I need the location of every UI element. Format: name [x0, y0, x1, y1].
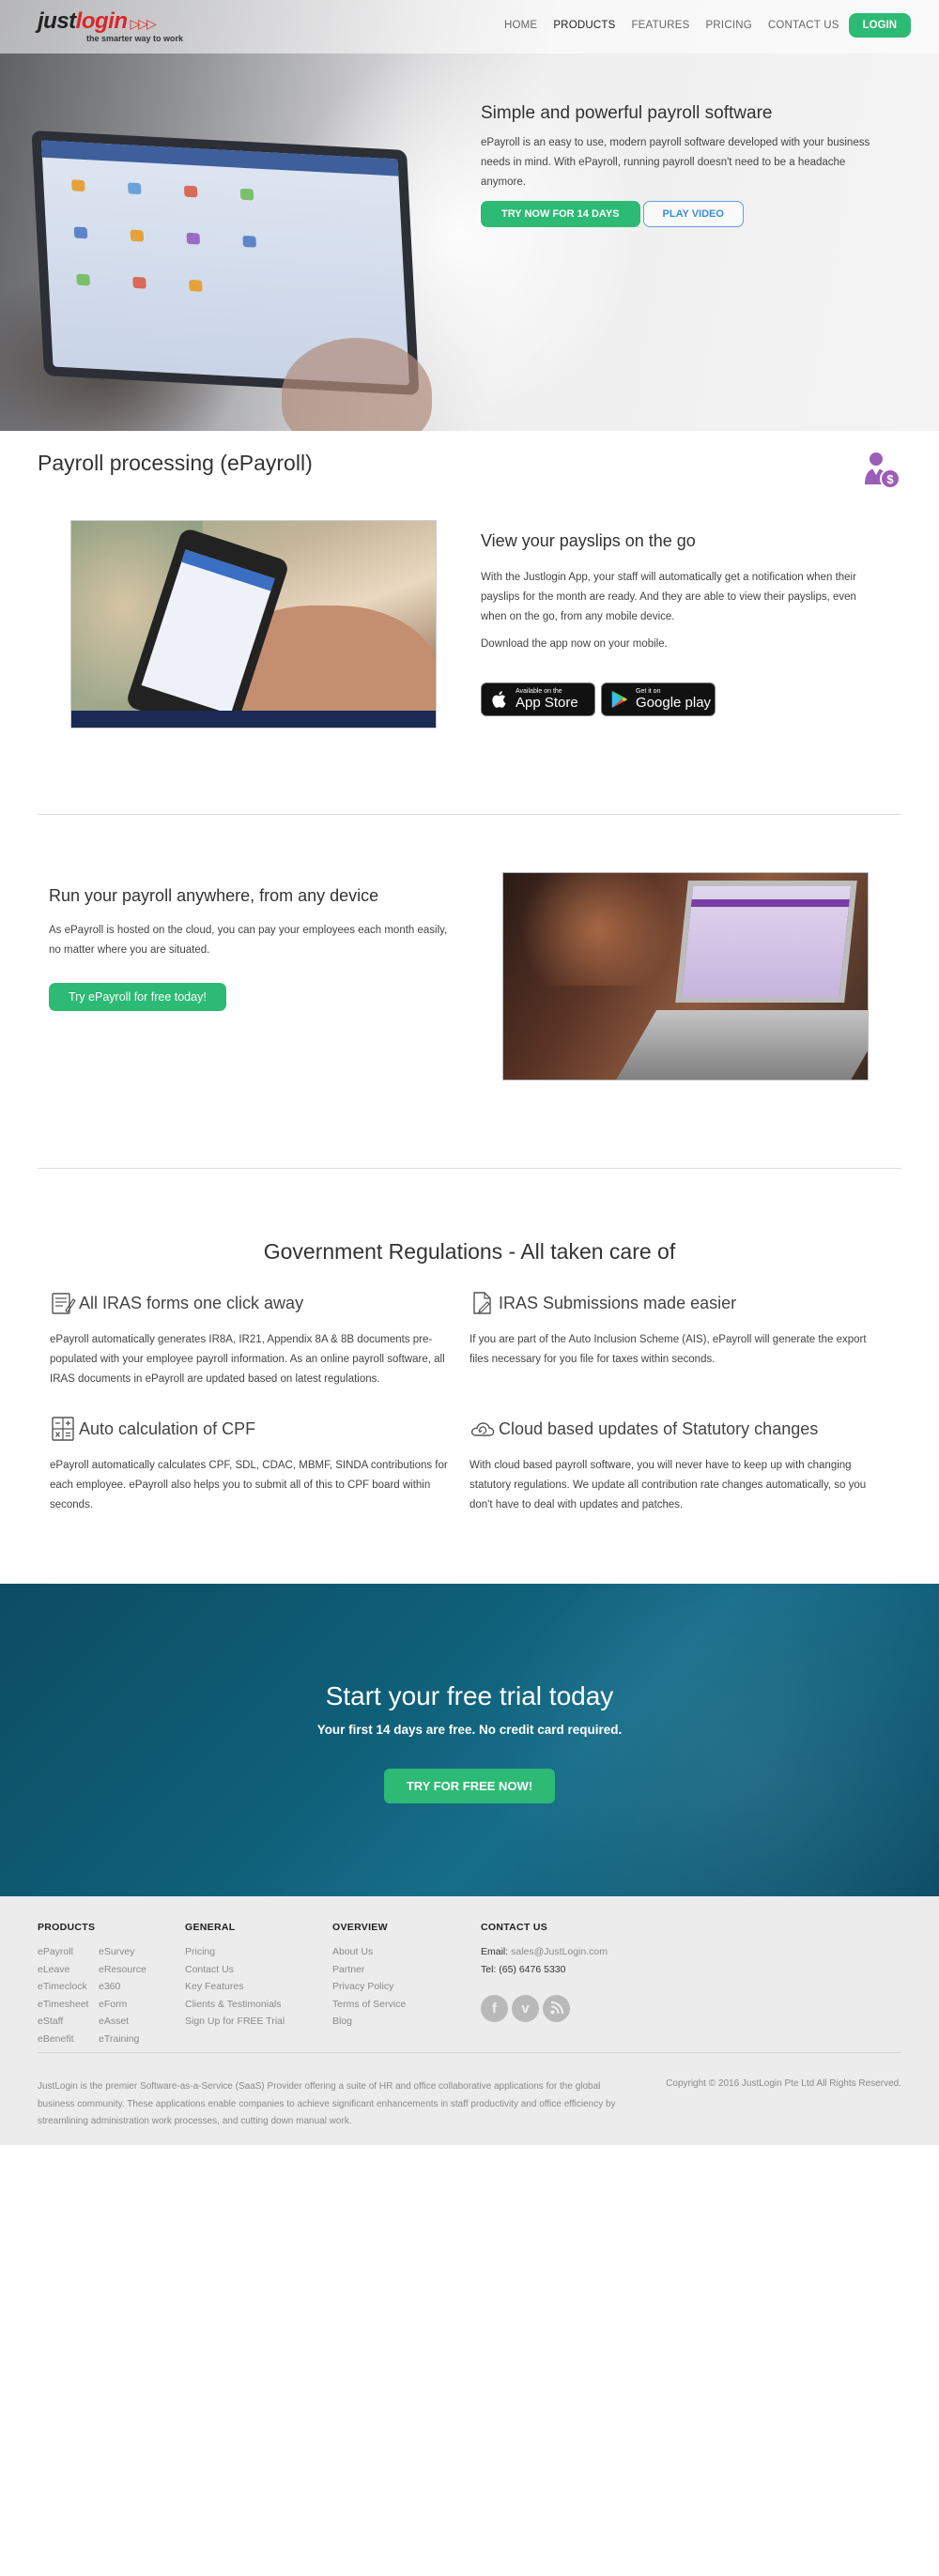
footer-link-estaff[interactable]: eStaff [38, 2013, 99, 2031]
screen-app-icon [239, 188, 254, 201]
run-anywhere-block: Run your payroll anywhere, from any devi… [49, 886, 462, 1011]
footer-email-link[interactable]: sales@JustLogin.com [511, 1946, 608, 1957]
nav-features[interactable]: FEATURES [631, 20, 689, 31]
document-edit-icon [473, 1292, 491, 1314]
hero-banner: Simple and powerful payroll software ePa… [0, 0, 939, 431]
hero-title: Simple and powerful payroll software [481, 103, 773, 123]
footer-link-e360[interactable]: e360 [99, 1978, 146, 1996]
footer-link-privacy[interactable]: Privacy Policy [332, 1978, 406, 1996]
justlogin-logo[interactable]: justlogin ▷▷▷ the smarter way to work [38, 8, 184, 44]
play-video-button[interactable]: PLAY VIDEO [642, 201, 744, 227]
screen-app-icon [186, 232, 201, 245]
gov-regulations-title: Government Regulations - All taken care … [263, 1239, 676, 1264]
screen-app-icon [242, 235, 257, 248]
nav-contact-us[interactable]: CONTACT US [768, 20, 839, 31]
footer-phone: Tel: (65) 6476 5330 [481, 1963, 566, 1975]
footer-link-contact-us[interactable]: Contact Us [185, 1961, 285, 1979]
footer-link-easset[interactable]: eAsset [99, 2013, 146, 2031]
feature-statutory-updates: Cloud based updates of Statutory changes… [470, 1416, 873, 1515]
login-button[interactable]: LOGIN [848, 13, 911, 38]
screen-app-icon [189, 279, 203, 292]
mobile-payslips-block: View your payslips on the go With the Ju… [481, 531, 885, 716]
section-divider [38, 1168, 901, 1169]
footer-link-eresource[interactable]: eResource [99, 1961, 146, 1979]
apple-icon [492, 691, 506, 708]
logo-tagline: the smarter way to work [86, 34, 184, 43]
feature-iras-submissions: IRAS Submissions made easier If you are … [470, 1290, 873, 1370]
footer-link-etimesheet[interactable]: eTimesheet [38, 1996, 99, 2014]
footer: PRODUCTS ePayroll eLeave eTimeclock eTim… [0, 1896, 939, 2145]
footer-link-eform[interactable]: eForm [99, 1996, 146, 2014]
facebook-icon[interactable]: f [481, 1995, 508, 2022]
screen-app-icon [76, 273, 90, 286]
rss-icon[interactable] [543, 1995, 570, 2022]
cta-title: Start your free trial today [325, 1681, 614, 1710]
svg-text:$: $ [886, 472, 894, 486]
footer-copyright: Copyright © 2016 JustLogin Pte Ltd All R… [666, 2078, 901, 2089]
footer-link-key-features[interactable]: Key Features [185, 1978, 285, 1996]
screen-app-icon [183, 185, 198, 198]
free-trial-banner: Start your free trial today Your first 1… [0, 1584, 939, 1896]
nav-links: HOME PRODUCTS FEATURES PRICING CONTACT U… [488, 13, 911, 38]
cloud-refresh-icon [470, 1422, 495, 1436]
footer-divider [38, 2052, 901, 2053]
cta-subtitle: Your first 14 days are free. No credit c… [316, 1723, 623, 1737]
nav-home[interactable]: HOME [504, 20, 537, 31]
mobile-download-text: Download the app now on your mobile. [481, 638, 668, 650]
feature-cpf-calculation: Auto calculation of CPF ePayroll automat… [50, 1416, 454, 1515]
screen-app-icon [73, 226, 88, 239]
section-divider [38, 814, 901, 815]
google-play-button[interactable]: Get it on Google play [601, 682, 716, 716]
footer-link-about-us[interactable]: About Us [332, 1943, 406, 1961]
mobile-title: View your payslips on the go [481, 531, 696, 550]
footer-link-eleave[interactable]: eLeave [38, 1961, 99, 1979]
footer-link-esurvey[interactable]: eSurvey [99, 1943, 146, 1961]
screen-app-icon [71, 179, 85, 192]
footer-about-text: JustLogin is the premier Software-as-a-S… [38, 2081, 616, 2126]
feature-iras-forms: All IRAS forms one click away ePayroll a… [50, 1290, 454, 1389]
footer-link-clients[interactable]: Clients & Testimonials [185, 1996, 285, 2014]
payroll-user-icon: $ [865, 452, 901, 489]
calculator-icon [52, 1417, 74, 1441]
footer-link-etimeclock[interactable]: eTimeclock [38, 1978, 99, 1996]
screen-app-icon [127, 182, 142, 195]
footer-link-signup[interactable]: Sign Up for FREE Trial [185, 2013, 285, 2031]
footer-products: PRODUCTS ePayroll eLeave eTimeclock eTim… [38, 1922, 146, 2047]
footer-link-terms[interactable]: Terms of Service [332, 1996, 406, 2014]
footer-link-partner[interactable]: Partner [332, 1961, 406, 1979]
phone-payslip-image [70, 520, 437, 728]
footer-link-pricing[interactable]: Pricing [185, 1943, 285, 1961]
screen-app-icon [132, 276, 146, 289]
footer-link-blog[interactable]: Blog [332, 2013, 406, 2031]
vimeo-icon[interactable]: v [512, 1995, 539, 2022]
try-for-free-button[interactable]: TRY FOR FREE NOW! [384, 1769, 555, 1803]
footer-link-etraining[interactable]: eTraining [99, 2031, 146, 2048]
section-title: Payroll processing (ePayroll) [38, 451, 313, 475]
nav-products[interactable]: PRODUCTS [553, 20, 615, 31]
hero-text: ePayroll is an easy to use, modern payro… [481, 137, 870, 188]
anywhere-title: Run your payroll anywhere, from any devi… [49, 886, 379, 905]
screen-app-icon [130, 229, 145, 242]
try-now-button[interactable]: TRY NOW FOR 14 DAYS [481, 201, 640, 227]
hero-content: Simple and powerful payroll software ePa… [481, 103, 875, 227]
nav-pricing[interactable]: PRICING [706, 20, 752, 31]
app-store-button[interactable]: Available on the App Store [481, 682, 595, 716]
laptop-cafe-image [502, 872, 869, 1081]
footer-general: GENERAL Pricing Contact Us Key Features … [185, 1922, 285, 2031]
try-epayroll-free-button[interactable]: Try ePayroll for free today! [49, 983, 226, 1011]
footer-link-epayroll[interactable]: ePayroll [38, 1943, 99, 1961]
logo-wordmark: justlogin ▷▷▷ [38, 8, 157, 34]
form-icon [52, 1293, 76, 1314]
mobile-text: With the Justlogin App, your staff will … [481, 572, 856, 622]
anywhere-text: As ePayroll is hosted on the cloud, you … [49, 925, 448, 956]
footer-link-ebenefit[interactable]: eBenefit [38, 2031, 99, 2048]
footer-contact: CONTACT US Email: sales@JustLogin.com Te… [481, 1922, 608, 2022]
google-play-icon [611, 690, 628, 709]
top-nav: justlogin ▷▷▷ the smarter way to work HOM… [0, 0, 939, 54]
footer-overview: OVERVIEW About Us Partner Privacy Policy… [332, 1922, 406, 2031]
